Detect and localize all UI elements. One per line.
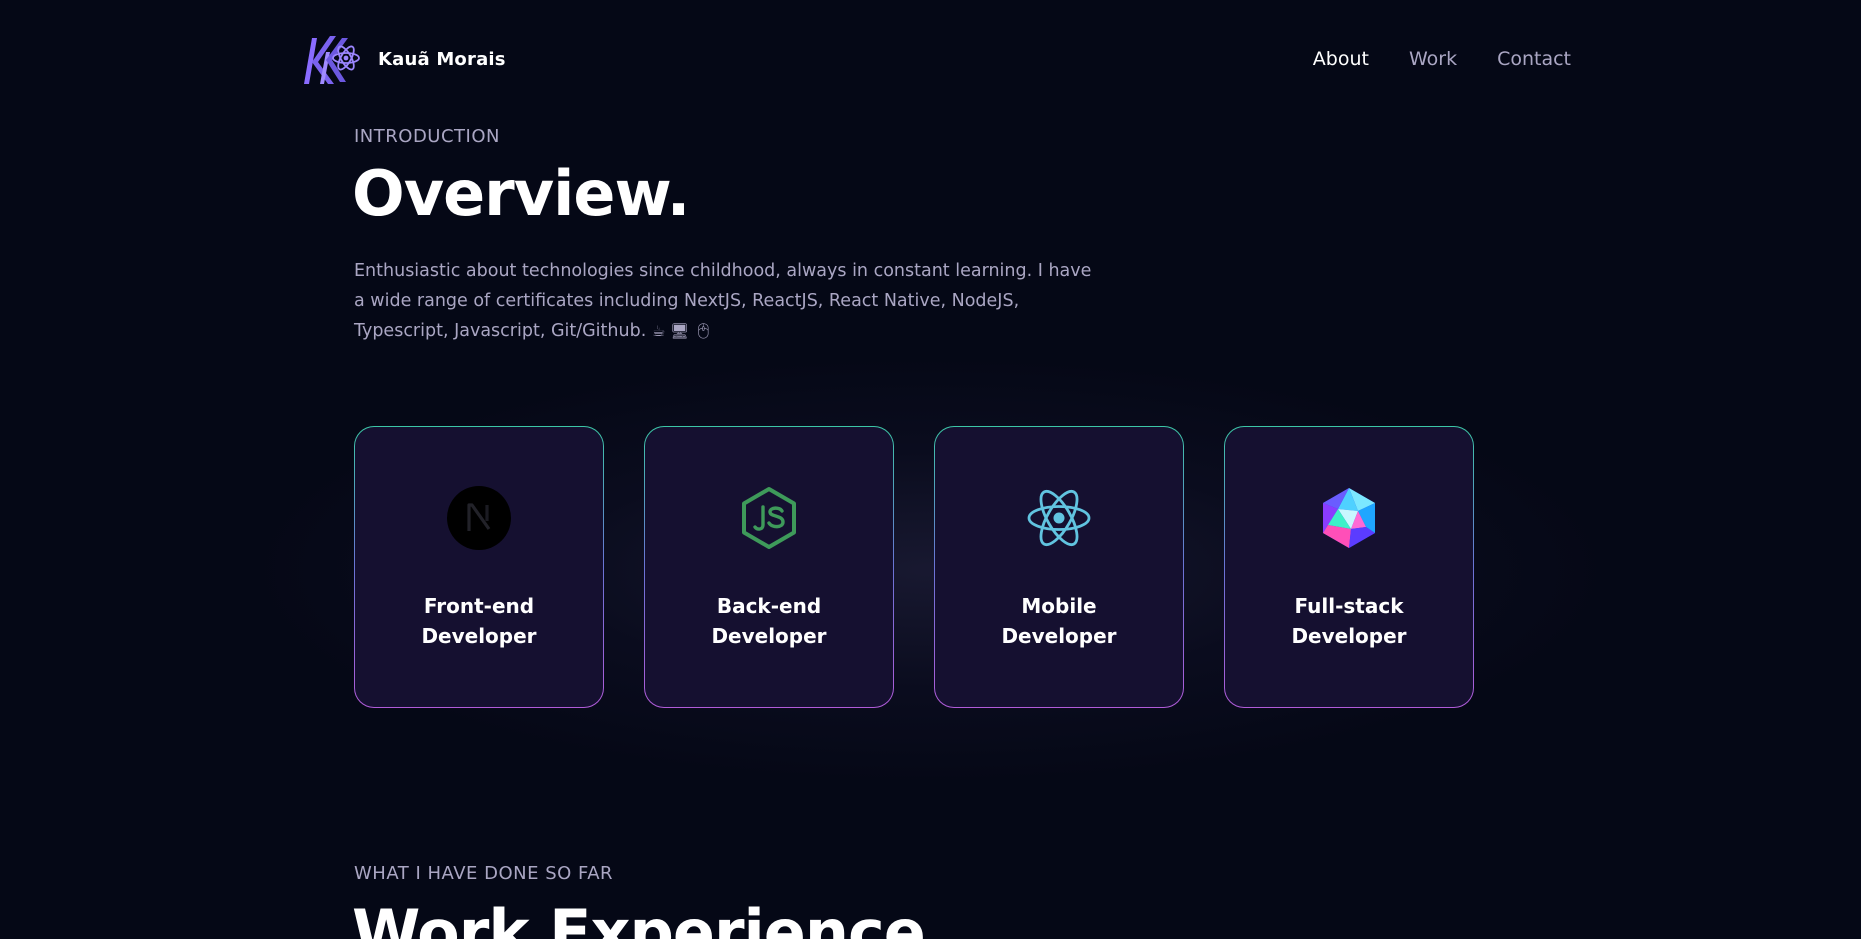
nav-link-contact[interactable]: Contact <box>1497 47 1571 71</box>
crystal-icosahedron-icon <box>1323 488 1375 548</box>
service-card-fullstack[interactable]: Full-stack Developer <box>1224 426 1474 708</box>
brand-home-link[interactable]: Kauã Morais <box>300 32 506 86</box>
service-title: Back-end Developer <box>711 594 827 648</box>
service-title: Mobile Developer <box>1001 594 1117 648</box>
service-card-inner: Back-end Developer <box>645 427 893 707</box>
service-card-backend[interactable]: Back-end Developer <box>644 426 894 708</box>
service-card-frontend[interactable]: Front-end Developer <box>354 426 604 708</box>
navbar: Kauã Morais About Work Contact <box>0 0 1861 118</box>
kk-react-atom-logo-icon <box>304 36 360 84</box>
react-icon <box>1027 489 1091 547</box>
service-card-inner: Full-stack Developer <box>1225 427 1473 707</box>
experience-heading: Work Experience. <box>352 896 948 939</box>
nodejs-icon <box>742 487 796 549</box>
service-title: Full-stack Developer <box>1291 594 1407 648</box>
overview-heading: Overview. <box>352 157 690 230</box>
service-card-mobile[interactable]: Mobile Developer <box>934 426 1184 708</box>
overview-text: Enthusiastic about technologies since ch… <box>354 256 1094 346</box>
service-card-inner: Front-end Developer <box>355 427 603 707</box>
overview-text-body: Enthusiastic about technologies since ch… <box>354 261 1092 341</box>
overview-subtitle: Introduction <box>354 126 500 147</box>
service-cards: Front-end Developer Back-end Developer M… <box>354 426 1474 708</box>
nav-link-about[interactable]: About <box>1313 47 1369 71</box>
overview-emojis: ☕ 🖥 🖱 <box>651 322 713 340</box>
nextjs-icon <box>447 486 511 550</box>
service-title: Front-end Developer <box>421 594 537 648</box>
nav-links: About Work Contact <box>1313 47 1571 71</box>
brand-name: Kauã Morais <box>378 48 506 70</box>
nav-link-work[interactable]: Work <box>1409 47 1457 71</box>
experience-subtitle: What I have done so far <box>354 863 614 884</box>
page: Kauã Morais About Work Contact Introduct… <box>0 0 1861 939</box>
service-card-inner: Mobile Developer <box>935 427 1183 707</box>
